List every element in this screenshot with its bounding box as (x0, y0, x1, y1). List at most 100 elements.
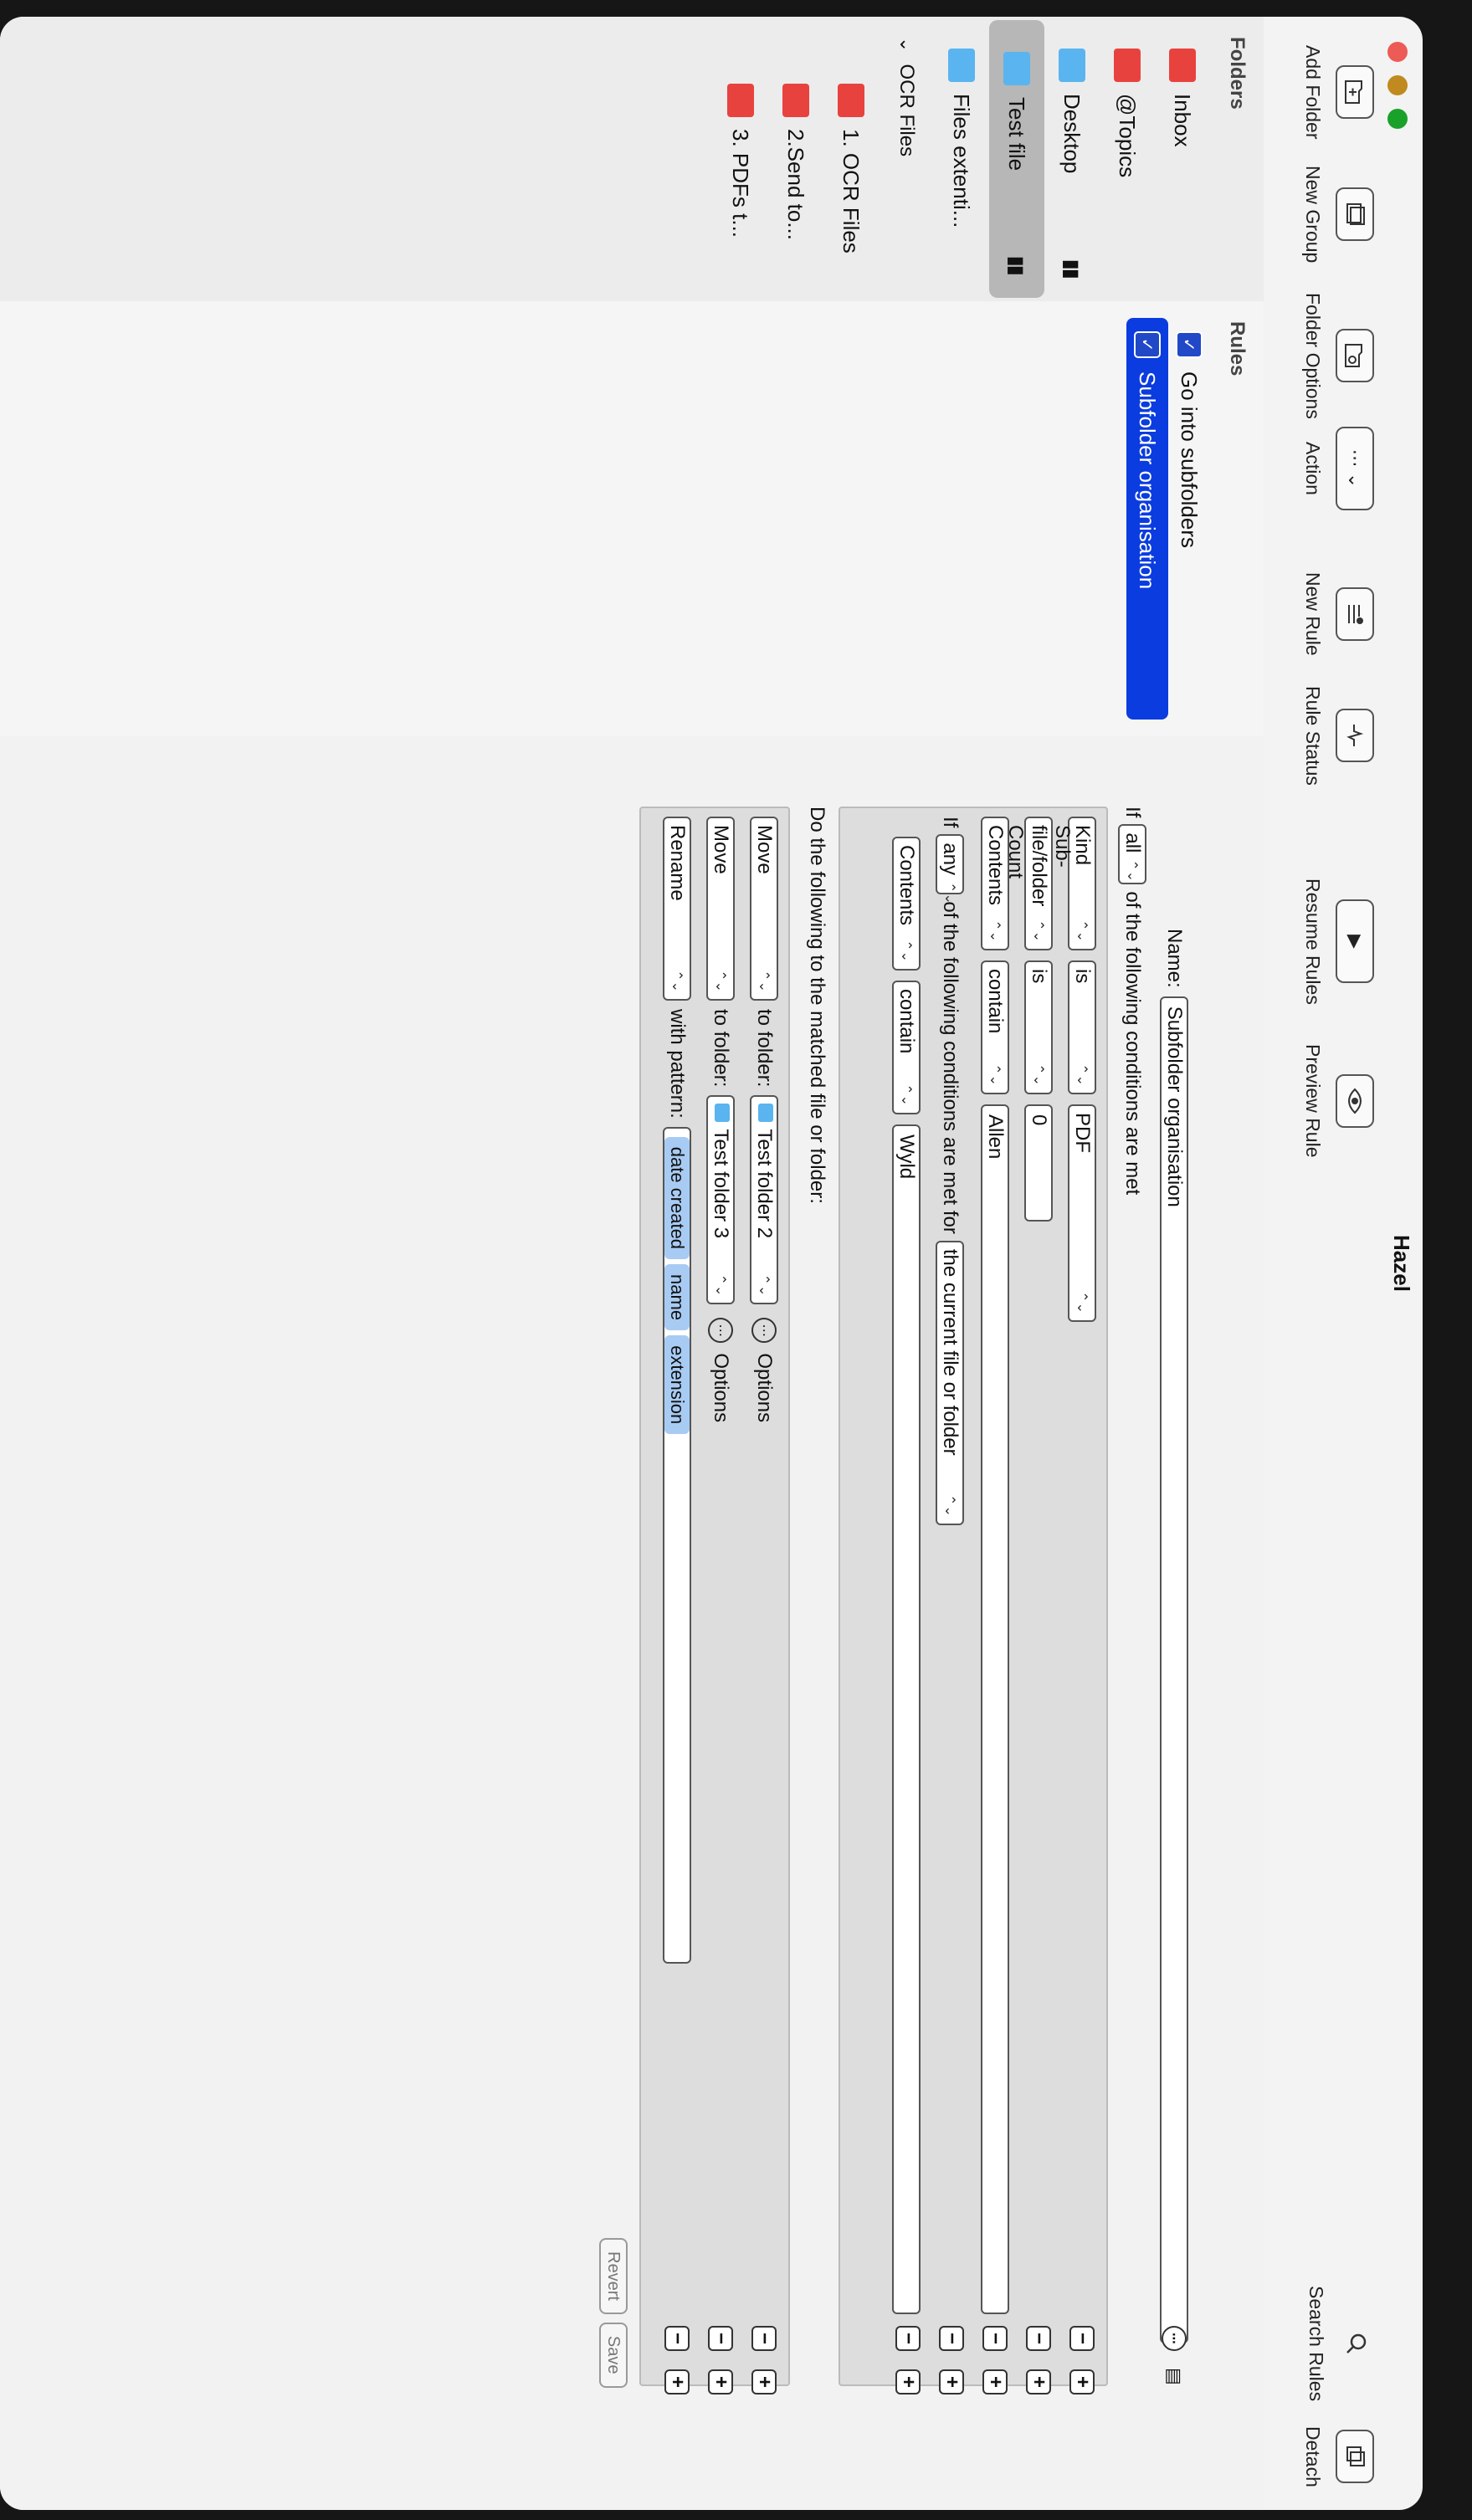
play-icon[interactable]: ▶ (1336, 899, 1374, 984)
action-verb-select[interactable]: Move ⌃⌄ (706, 817, 735, 1001)
add-condition-button[interactable]: + (895, 2369, 921, 2395)
nested-conditions-header: If any ⌃⌄ of the following conditions are… (936, 817, 964, 1525)
rule-subfolder-organisation[interactable]: ✓ Subfolder organisation (1126, 318, 1168, 720)
condition-operator-select[interactable]: contain ⌃⌄ (981, 960, 1009, 1094)
conditions-text: of the following conditions are met (1121, 891, 1144, 1196)
folder-gear-icon[interactable] (1336, 329, 1374, 383)
new-group-item[interactable]: New Group (1301, 166, 1374, 263)
pattern-token[interactable]: name (664, 1264, 690, 1331)
remove-condition-button[interactable]: − (1026, 2326, 1051, 2351)
remove-action-button[interactable]: − (751, 2326, 777, 2351)
new-rule-item[interactable]: New Rule (1301, 572, 1374, 656)
action-options[interactable]: ⋯ Options (751, 1318, 777, 1422)
checkbox-checked-icon[interactable]: ✓ (1176, 331, 1203, 358)
add-condition-button[interactable]: + (939, 2369, 964, 2395)
preview-rule-item[interactable]: Preview Rule (1301, 1044, 1374, 1158)
sidebar-item-topics[interactable]: @Topics (1100, 17, 1155, 301)
rule-status-item[interactable]: Rule Status (1301, 686, 1374, 786)
add-action-button[interactable]: + (664, 2369, 690, 2395)
chevron-down-icon[interactable]: ⌄ (895, 37, 917, 52)
ellipsis-circle-icon[interactable]: ⋯ (708, 1318, 733, 1344)
sidebar-item-label: @Topics (1115, 94, 1141, 178)
search-icon[interactable] (1339, 2318, 1374, 2369)
action-item[interactable]: ⋯ ⌄ Action (1301, 427, 1374, 510)
sidebar-item-ocr-files[interactable]: 1. OCR Files (823, 17, 879, 301)
if-label: If (939, 817, 962, 828)
remove-condition-button[interactable]: − (982, 2326, 1008, 2351)
rules-list: Rules ✓ Go into subfolders ✓ Subfolder o… (0, 301, 1264, 737)
sidebar-item-send-to[interactable]: 2.Send to... (768, 17, 823, 301)
add-action-button[interactable]: + (751, 2369, 777, 2395)
condition-value-input[interactable]: Wyld (892, 1124, 921, 2314)
sidebar-item-desktop[interactable]: Desktop ▮▮ (1044, 17, 1100, 301)
sidebar-item-test-file[interactable]: Test file ▮▮ (989, 20, 1044, 298)
action-verb-select[interactable]: Move ⌃⌄ (750, 817, 778, 1001)
sidebar-item-files-extensions[interactable]: Files extenti... (934, 17, 989, 301)
ellipsis-circle-icon[interactable]: ⋯ (1162, 2326, 1187, 2351)
condition-operator-select[interactable]: is ⌃⌄ (1024, 960, 1053, 1094)
search-rules-item[interactable]: Search Rules (1305, 2286, 1374, 2401)
condition-value-select[interactable]: PDF ⌃⌄ (1068, 1104, 1096, 1322)
rename-pattern-field[interactable]: date created name extension (663, 1126, 691, 1964)
condition-attribute-select[interactable]: Contents ⌃⌄ (981, 817, 1009, 950)
condition-attribute-select[interactable]: Sub-file/folder Count ⌃⌄ (1004, 817, 1074, 950)
save-button[interactable]: Save (599, 2322, 628, 2388)
new-rule-icon[interactable] (1336, 586, 1374, 641)
checkbox-checked-icon[interactable]: ✓ (1134, 331, 1161, 358)
pattern-token[interactable]: date created (664, 1136, 690, 1260)
add-folder-item[interactable]: Add Folder (1301, 45, 1374, 140)
remove-condition-button[interactable]: − (895, 2326, 921, 2351)
name-input[interactable]: Subfolder organisation (1160, 996, 1188, 2343)
document-icon[interactable]: ▤ (1163, 2368, 1185, 2385)
window-title: Hazel (1389, 1235, 1414, 1292)
add-condition-button[interactable]: + (1026, 2369, 1051, 2395)
pattern-token[interactable]: extension (664, 1335, 690, 1435)
action-row-buttons: − + (664, 2326, 690, 2395)
condition-value-input[interactable]: Allen (981, 1104, 1009, 2314)
remove-action-button[interactable]: − (664, 2326, 690, 2351)
add-action-button[interactable]: + (708, 2369, 733, 2395)
add-condition-button[interactable]: + (982, 2369, 1008, 2395)
eye-icon[interactable] (1336, 1073, 1374, 1128)
action-folder-select[interactable]: Test folder 3 ⌃⌄ (706, 1095, 735, 1305)
nested-conditions-text: of the following conditions are met for (939, 901, 962, 1234)
rules-header: Rules (1226, 321, 1249, 376)
action-row-buttons: − + (708, 2326, 733, 2395)
sidebar-group-ocr-files[interactable]: ⌄ OCR Files (879, 17, 934, 301)
resume-rules-label: Resume Rules (1302, 878, 1324, 1005)
detach-item[interactable]: Detach (1301, 2426, 1374, 2487)
revert-button[interactable]: Revert (599, 2238, 628, 2314)
name-actions: ⋯ ▤ (1162, 2326, 1187, 2385)
condition-row: Sub-file/folder Count ⌃⌄ is ⌃⌄ 0 (1004, 817, 1074, 1222)
add-condition-button[interactable]: + (1069, 2369, 1095, 2395)
add-folder-icon[interactable] (1336, 65, 1374, 120)
action-verb-select[interactable]: Rename ⌃⌄ (663, 817, 691, 1001)
folders-sidebar: Folders Inbox @Topics Desktop ▮▮ Test fi… (0, 17, 1264, 302)
remove-condition-button[interactable]: − (1069, 2326, 1095, 2351)
ellipsis-menu-icon[interactable]: ⋯ ⌄ (1336, 427, 1374, 510)
action-folder-select[interactable]: Test folder 2 ⌃⌄ (750, 1095, 778, 1305)
new-group-icon[interactable] (1336, 187, 1374, 242)
detach-icon[interactable] (1336, 2430, 1374, 2484)
match-any-select[interactable]: any ⌃⌄ (936, 834, 964, 904)
rule-go-into-subfolders[interactable]: ✓ Go into subfolders (1168, 318, 1210, 720)
action-options[interactable]: ⋯ Options (708, 1318, 733, 1422)
ellipsis-circle-icon[interactable]: ⋯ (751, 1318, 777, 1344)
resume-rules-item[interactable]: ▶ Resume Rules (1301, 878, 1374, 1005)
folder-icon (758, 1104, 773, 1123)
pulse-icon[interactable] (1336, 709, 1374, 763)
remove-action-button[interactable]: − (708, 2326, 733, 2351)
folder-options-item[interactable]: Folder Options (1301, 293, 1374, 419)
rule-label: Go into subfolders (1177, 371, 1203, 549)
condition-value-input[interactable]: 0 (1024, 1104, 1053, 1222)
remove-condition-button[interactable]: − (939, 2326, 964, 2351)
condition-operator-select[interactable]: is ⌃⌄ (1068, 960, 1096, 1094)
if-label: If (1121, 807, 1144, 818)
sidebar-item-label: Desktop (1059, 94, 1085, 174)
condition-attribute-select[interactable]: Contents ⌃⌄ (892, 837, 921, 971)
nested-target-select[interactable]: the current file or folder ⌃⌄ (936, 1240, 964, 1525)
match-all-select[interactable]: all ⌃⌄ (1118, 824, 1146, 885)
condition-operator-select[interactable]: contain ⌃⌄ (892, 981, 921, 1114)
sidebar-item-pdfs[interactable]: 3. PDFs t... (713, 17, 768, 301)
sidebar-item-inbox[interactable]: Inbox (1155, 17, 1210, 301)
